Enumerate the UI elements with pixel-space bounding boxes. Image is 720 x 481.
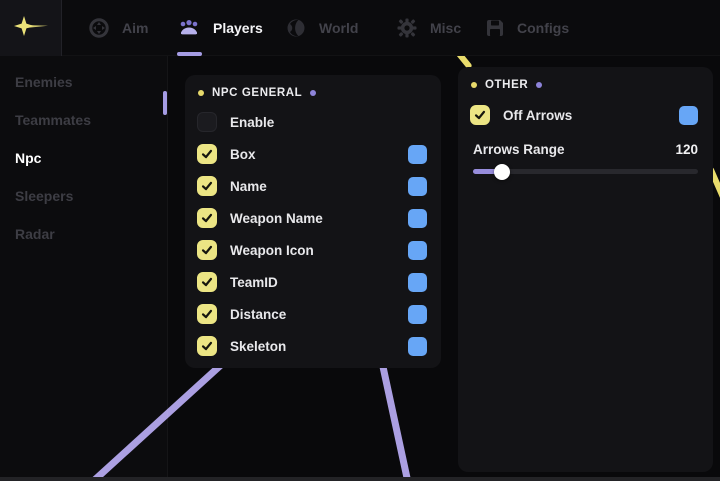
header-dot-purple-icon — [310, 90, 316, 96]
tab-players-label: Players — [213, 20, 263, 36]
row-box: Box — [185, 138, 441, 170]
skeleton-color-swatch[interactable] — [408, 337, 427, 356]
sidebar-item-label: Sleepers — [15, 188, 73, 204]
row-off-arrows: Off Arrows — [458, 99, 713, 131]
arrows-range-label: Arrows Range — [473, 142, 565, 157]
weapon-name-checkbox[interactable] — [197, 208, 217, 228]
box-checkbox[interactable] — [197, 144, 217, 164]
sidebar-item-label: Radar — [15, 226, 55, 242]
skeleton-checkbox[interactable] — [197, 336, 217, 356]
tab-misc-label: Misc — [430, 20, 461, 36]
sidebar-item-label: Enemies — [15, 74, 73, 90]
sidebar-item-label: Npc — [15, 150, 41, 166]
enable-checkbox[interactable] — [197, 112, 217, 132]
arrows-range-slider[interactable] — [473, 163, 698, 179]
row-label: TeamID — [230, 275, 278, 290]
tab-configs[interactable]: Configs — [485, 0, 569, 56]
row-name: Name — [185, 170, 441, 202]
row-weapon-name: Weapon Name — [185, 202, 441, 234]
row-label: Weapon Icon — [230, 243, 314, 258]
row-teamid: TeamID — [185, 266, 441, 298]
row-label: Enable — [230, 115, 274, 130]
row-distance: Distance — [185, 298, 441, 330]
row-skeleton: Skeleton — [185, 330, 441, 362]
sidebar-item-npc[interactable]: Npc — [0, 139, 167, 177]
weapon-icon-checkbox[interactable] — [197, 240, 217, 260]
name-checkbox[interactable] — [197, 176, 217, 196]
tab-world-label: World — [319, 20, 358, 36]
tab-aim[interactable]: Aim — [88, 0, 148, 56]
npc-general-header: NPC GENERAL — [185, 84, 441, 102]
teamid-color-swatch[interactable] — [408, 273, 427, 292]
name-color-swatch[interactable] — [408, 177, 427, 196]
distance-checkbox[interactable] — [197, 304, 217, 324]
npc-general-panel: NPC GENERAL Enable Box Na — [185, 75, 441, 368]
game-beam-purple-right — [377, 355, 412, 481]
row-label: Weapon Name — [230, 211, 323, 226]
weapon-name-color-swatch[interactable] — [408, 209, 427, 228]
sidebar-item-label: Teammates — [15, 112, 91, 128]
other-title: OTHER — [485, 79, 528, 91]
off-arrows-checkbox[interactable] — [470, 105, 490, 125]
npc-general-title: NPC GENERAL — [212, 87, 302, 99]
row-enable: Enable — [185, 106, 441, 138]
sidebar-scroll-indicator[interactable] — [163, 91, 167, 115]
header-dot-purple-icon — [536, 82, 542, 88]
sidebar-item-enemies[interactable]: Enemies — [0, 63, 167, 101]
sidebar-item-radar[interactable]: Radar — [0, 215, 167, 253]
tab-aim-label: Aim — [122, 20, 148, 36]
other-panel: OTHER Off Arrows Arrows Range 120 — [458, 67, 713, 472]
globe-icon — [285, 17, 307, 39]
tab-world[interactable]: World — [285, 0, 358, 56]
active-tab-indicator — [177, 52, 202, 56]
sparkle-logo-icon — [12, 14, 50, 42]
box-color-swatch[interactable] — [408, 145, 427, 164]
logo-cell — [0, 0, 62, 56]
header-dot-yellow-icon — [198, 90, 204, 96]
weapon-icon-color-swatch[interactable] — [408, 241, 427, 260]
bottom-strip — [0, 477, 720, 481]
teamid-checkbox[interactable] — [197, 272, 217, 292]
tab-configs-label: Configs — [517, 20, 569, 36]
slider-thumb[interactable] — [494, 164, 510, 180]
tab-players[interactable]: Players — [177, 0, 263, 56]
npc-general-rows: Enable Box Name Weapon Nam — [185, 106, 441, 362]
row-label: Off Arrows — [503, 108, 572, 123]
gear-icon — [396, 17, 418, 39]
arrows-range-group: Arrows Range 120 — [458, 139, 713, 179]
off-arrows-color-swatch[interactable] — [679, 106, 698, 125]
row-label: Name — [230, 179, 267, 194]
other-header: OTHER — [458, 76, 713, 94]
row-label: Distance — [230, 307, 286, 322]
tab-misc[interactable]: Misc — [396, 0, 461, 56]
floppy-disk-icon — [485, 18, 505, 38]
header-dot-yellow-icon — [471, 82, 477, 88]
distance-color-swatch[interactable] — [408, 305, 427, 324]
sidebar-divider — [167, 56, 168, 481]
row-label: Box — [230, 147, 256, 162]
crosshair-icon — [88, 17, 110, 39]
arrows-range-value: 120 — [675, 142, 698, 157]
row-label: Skeleton — [230, 339, 286, 354]
cheat-menu-window: Aim Players World — [0, 0, 720, 481]
sidebar: Enemies Teammates Npc Sleepers Radar — [0, 56, 167, 481]
arrows-range-head: Arrows Range 120 — [473, 139, 698, 159]
players-crowd-icon — [177, 18, 201, 38]
row-weapon-icon: Weapon Icon — [185, 234, 441, 266]
top-nav-bar: Aim Players World — [0, 0, 720, 56]
sidebar-item-sleepers[interactable]: Sleepers — [0, 177, 167, 215]
sidebar-item-teammates[interactable]: Teammates — [0, 101, 167, 139]
